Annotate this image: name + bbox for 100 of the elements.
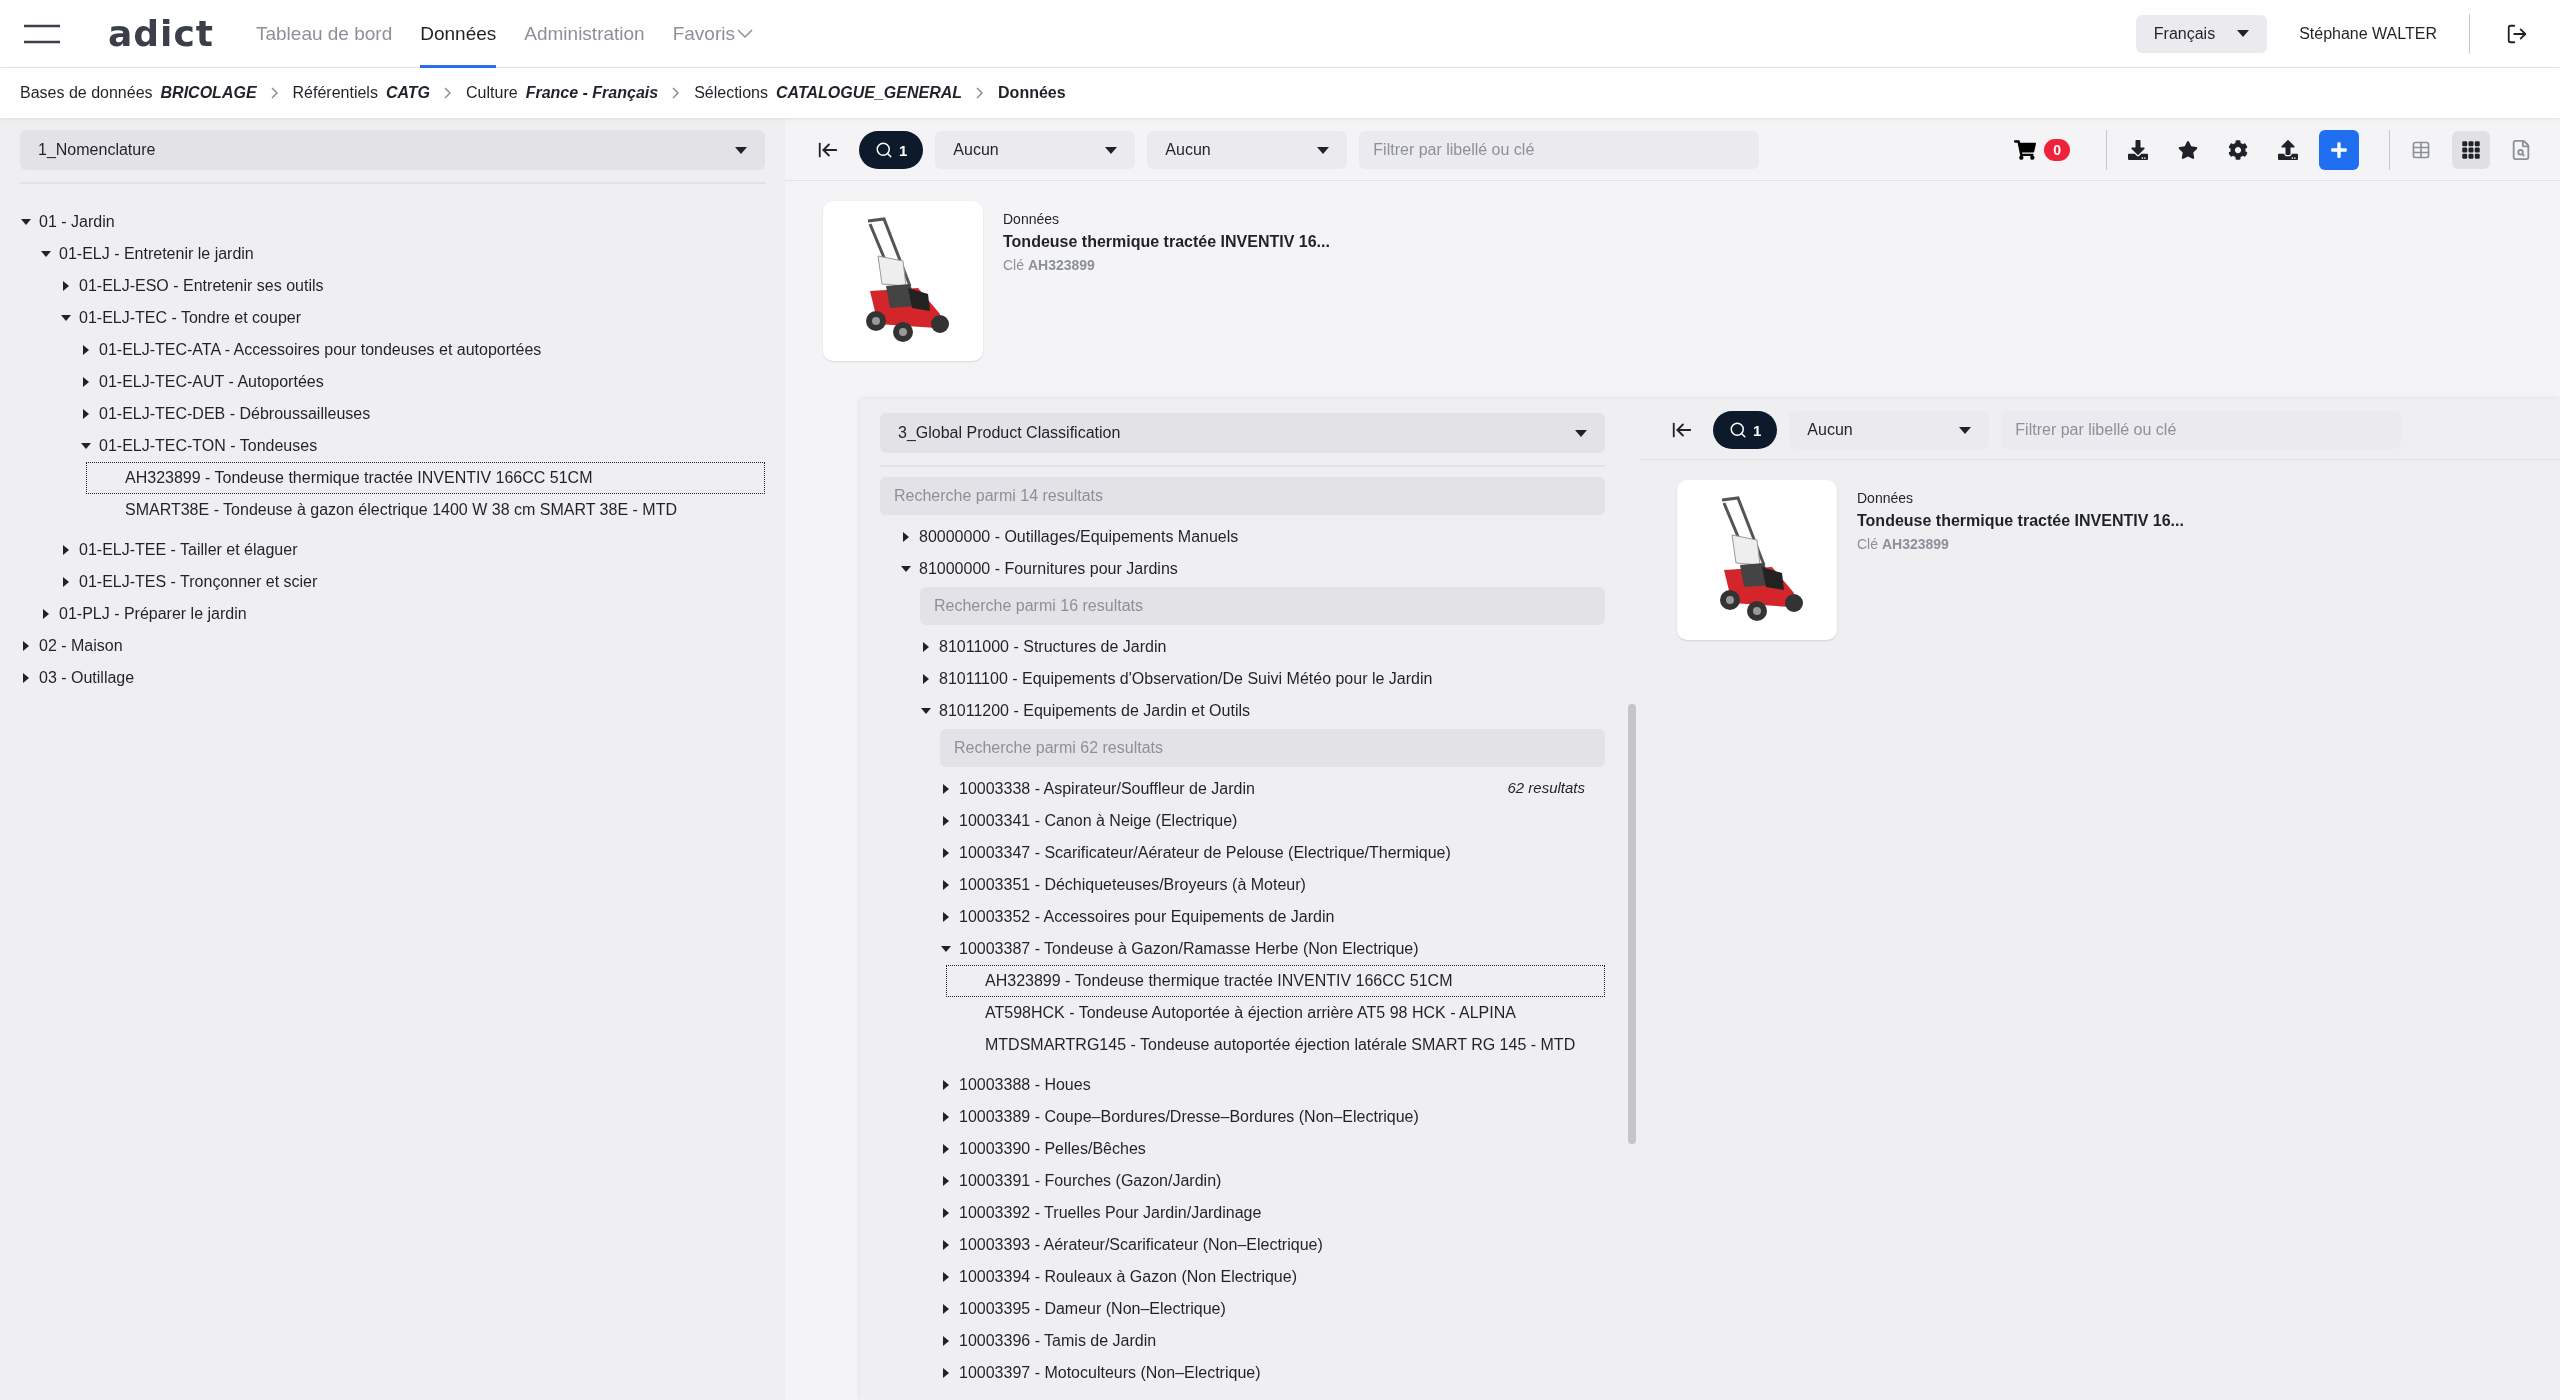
caret-icon[interactable] — [941, 1272, 951, 1282]
caret-icon[interactable] — [41, 249, 51, 259]
tree-item[interactable]: AT598HCK - Tondeuse Autoportée à éjection arrière AT5 98 HCK - ALPINA — [946, 997, 1605, 1029]
caret-icon[interactable] — [81, 377, 91, 387]
caret-icon[interactable] — [81, 345, 91, 355]
filter-input[interactable]: Filtrer par libellé ou clé — [1359, 131, 1760, 169]
search-field[interactable]: Recherche parmi 16 resultats — [920, 587, 1605, 625]
search-field[interactable]: Recherche parmi 62 resultats — [940, 729, 1605, 767]
caret-icon[interactable] — [21, 641, 31, 651]
product-title[interactable]: Tondeuse thermique tractée INVENTIV 16... — [1003, 233, 1330, 251]
tree-item[interactable]: 10003387 - Tondeuse à Gazon/Ramasse Herbe (Non Electrique) — [940, 933, 1420, 965]
cart-button[interactable]: 0 — [2008, 139, 2076, 161]
caret-icon[interactable] — [941, 1080, 951, 1090]
caret-icon[interactable] — [81, 441, 91, 451]
scrollbar-thumb[interactable] — [1628, 704, 1636, 1144]
caret-icon[interactable] — [61, 313, 71, 323]
tree-item[interactable]: 81011000 - Structures de Jardin — [920, 631, 1168, 663]
language-dropdown[interactable]: Français — [2135, 14, 2268, 53]
breadcrumb-link[interactable]: Sélections CATALOGUE_GENERAL — [694, 84, 963, 102]
product-title[interactable]: Tondeuse thermique tractée INVENTIV 16... — [1857, 512, 2184, 530]
caret-icon[interactable] — [41, 609, 51, 619]
caret-icon[interactable] — [61, 545, 71, 555]
product-thumbnail[interactable] — [1677, 480, 1837, 640]
classification-dropdown[interactable]: 3_Global Product Classification — [880, 413, 1605, 453]
tree-item[interactable]: 10003347 - Scarificateur/Aérateur de Pelouse (Electrique/Thermique) — [940, 837, 1452, 869]
product-thumbnail[interactable] — [823, 201, 983, 361]
filter-dropdown[interactable]: Aucun — [1789, 411, 1990, 449]
caret-icon[interactable] — [921, 642, 931, 652]
caret-icon[interactable] — [941, 1176, 951, 1186]
search-results-button[interactable]: 1 — [1713, 411, 1778, 449]
tree-item[interactable]: 01-ELJ-TEC-ATA - Accessoires pour tondeuses et autoportées — [80, 334, 543, 366]
logo[interactable]: adict — [108, 13, 214, 54]
breadcrumb-link[interactable]: Données — [998, 84, 1066, 102]
tree-item[interactable]: 01-ELJ-TEE - Tailler et élaguer — [60, 534, 299, 566]
tree-item[interactable]: AH323899 - Tondeuse thermique tractée INVENTIV 166CC 51CM — [946, 965, 1605, 997]
tree-item[interactable]: AH323899 - Tondeuse thermique tractée INVENTIV 166CC 51CM — [86, 462, 765, 494]
tree-item[interactable]: 10003351 - Déchiqueteuses/Broyeurs (à Moteur) — [940, 869, 1307, 901]
add-button[interactable] — [2319, 130, 2359, 170]
caret-icon[interactable] — [901, 564, 911, 574]
caret-icon[interactable] — [21, 217, 31, 227]
tree-item[interactable]: 10003388 - Houes — [940, 1069, 1092, 1101]
caret-icon[interactable] — [941, 880, 951, 890]
tree-item[interactable]: SMART38E - Tondeuse à gazon électrique 1400 W 38 cm SMART 38E - MTD — [86, 494, 765, 526]
tree-item[interactable]: 01-PLJ - Préparer le jardin — [40, 598, 248, 630]
tree-item[interactable]: 80000000 - Outillages/Equipements Manuels — [900, 521, 1240, 553]
tree-item[interactable]: 01-ELJ-TES - Tronçonner et scier — [60, 566, 319, 598]
breadcrumb-link[interactable]: Culture France - Français — [466, 84, 659, 102]
tree-item[interactable]: 10003391 - Fourches (Gazon/Jardin) — [940, 1165, 1223, 1197]
tree-item[interactable]: 10003389 - Coupe–Bordures/Dresse–Bordures (Non–Electrique) — [940, 1101, 1420, 1133]
caret-icon[interactable] — [941, 944, 951, 954]
search-results-button[interactable]: 1 — [859, 131, 924, 169]
tree-item[interactable]: 81011200 - Equipements de Jardin et Outils — [920, 695, 1251, 727]
user-name[interactable]: Stéphane WALTER — [2299, 24, 2437, 43]
tree-item[interactable]: 01-ELJ-TEC-TON - Tondeuses — [80, 430, 319, 462]
tree-item[interactable]: 10003392 - Truelles Pour Jardin/Jardinage — [940, 1197, 1263, 1229]
caret-icon[interactable] — [901, 532, 911, 542]
caret-icon[interactable] — [941, 1208, 951, 1218]
tree-item[interactable]: 10003352 - Accessoires pour Equipements de Jardin — [940, 901, 1336, 933]
tree-item[interactable]: 10003397 - Motoculteurs (Non–Electrique) — [940, 1357, 1262, 1389]
caret-icon[interactable] — [921, 674, 931, 684]
tree-item[interactable]: 81000000 - Fournitures pour Jardins — [900, 553, 1179, 585]
tree-item[interactable]: 10003395 - Dameur (Non–Electrique) — [940, 1293, 1227, 1325]
menu-icon[interactable] — [24, 23, 60, 44]
tree-item[interactable]: 01-ELJ - Entretenir le jardin — [40, 238, 255, 270]
tree-item[interactable]: 01 - Jardin — [20, 206, 116, 238]
caret-icon[interactable] — [941, 1368, 951, 1378]
view-toggle-button[interactable] — [2452, 131, 2490, 169]
tree-item[interactable]: 10003394 - Rouleaux à Gazon (Non Electrique) — [940, 1261, 1298, 1293]
tree-item[interactable]: 02 - Maison — [20, 630, 124, 662]
tree-item[interactable]: 01-ELJ-TEC-DEB - Débroussailleuses — [80, 398, 372, 430]
caret-icon[interactable] — [941, 848, 951, 858]
filter-input[interactable]: Filtrer par libellé ou clé — [2001, 411, 2402, 449]
tree-item[interactable]: MTDSMARTRG145 - Tondeuse autoportée éjection latérale SMART RG 145 - MTD — [946, 1029, 1605, 1061]
tree-item[interactable]: 01-ELJ-TEC-AUT - Autoportées — [80, 366, 325, 398]
caret-icon[interactable] — [941, 912, 951, 922]
tree-item[interactable]: 10003341 - Canon à Neige (Electrique) — [940, 805, 1239, 837]
caret-icon[interactable] — [21, 673, 31, 683]
tree-item[interactable]: 01-ELJ-ESO - Entretenir ses outils — [60, 270, 325, 302]
caret-icon[interactable] — [61, 281, 71, 291]
caret-icon[interactable] — [941, 1112, 951, 1122]
tree-item[interactable]: 10003396 - Tamis de Jardin — [940, 1325, 1158, 1357]
filter-dropdown[interactable]: Aucun — [935, 131, 1136, 169]
caret-icon[interactable] — [941, 816, 951, 826]
tree-item[interactable]: 81011100 - Equipements d'Observation/De Suivi Météo pour le Jardin — [920, 663, 1434, 695]
breadcrumb-link[interactable]: Référentiels CATG — [292, 84, 431, 102]
tree-item[interactable]: 01-ELJ-TEC - Tondre et couper — [60, 302, 303, 334]
filter-dropdown[interactable]: Aucun — [1147, 131, 1348, 169]
classification-dropdown[interactable]: 1_Nomenclature — [20, 130, 765, 170]
caret-icon[interactable] — [941, 1304, 951, 1314]
caret-icon[interactable] — [941, 1144, 951, 1154]
tree-item[interactable]: 10003338 - Aspirateur/Souffleur de Jardin — [940, 773, 1256, 805]
caret-icon[interactable] — [921, 706, 931, 716]
caret-icon[interactable] — [81, 409, 91, 419]
tree-item[interactable]: 10003393 - Aérateur/Scarificateur (Non–Electrique) — [940, 1229, 1324, 1261]
caret-icon[interactable] — [941, 784, 951, 794]
caret-icon[interactable] — [941, 1336, 951, 1346]
search-field[interactable]: Recherche parmi 14 resultats — [880, 477, 1605, 515]
breadcrumb-link[interactable]: Bases de données BRICOLAGE — [20, 84, 257, 102]
tree-item[interactable]: 10003390 - Pelles/Bêches — [940, 1133, 1147, 1165]
caret-icon[interactable] — [941, 1240, 951, 1250]
